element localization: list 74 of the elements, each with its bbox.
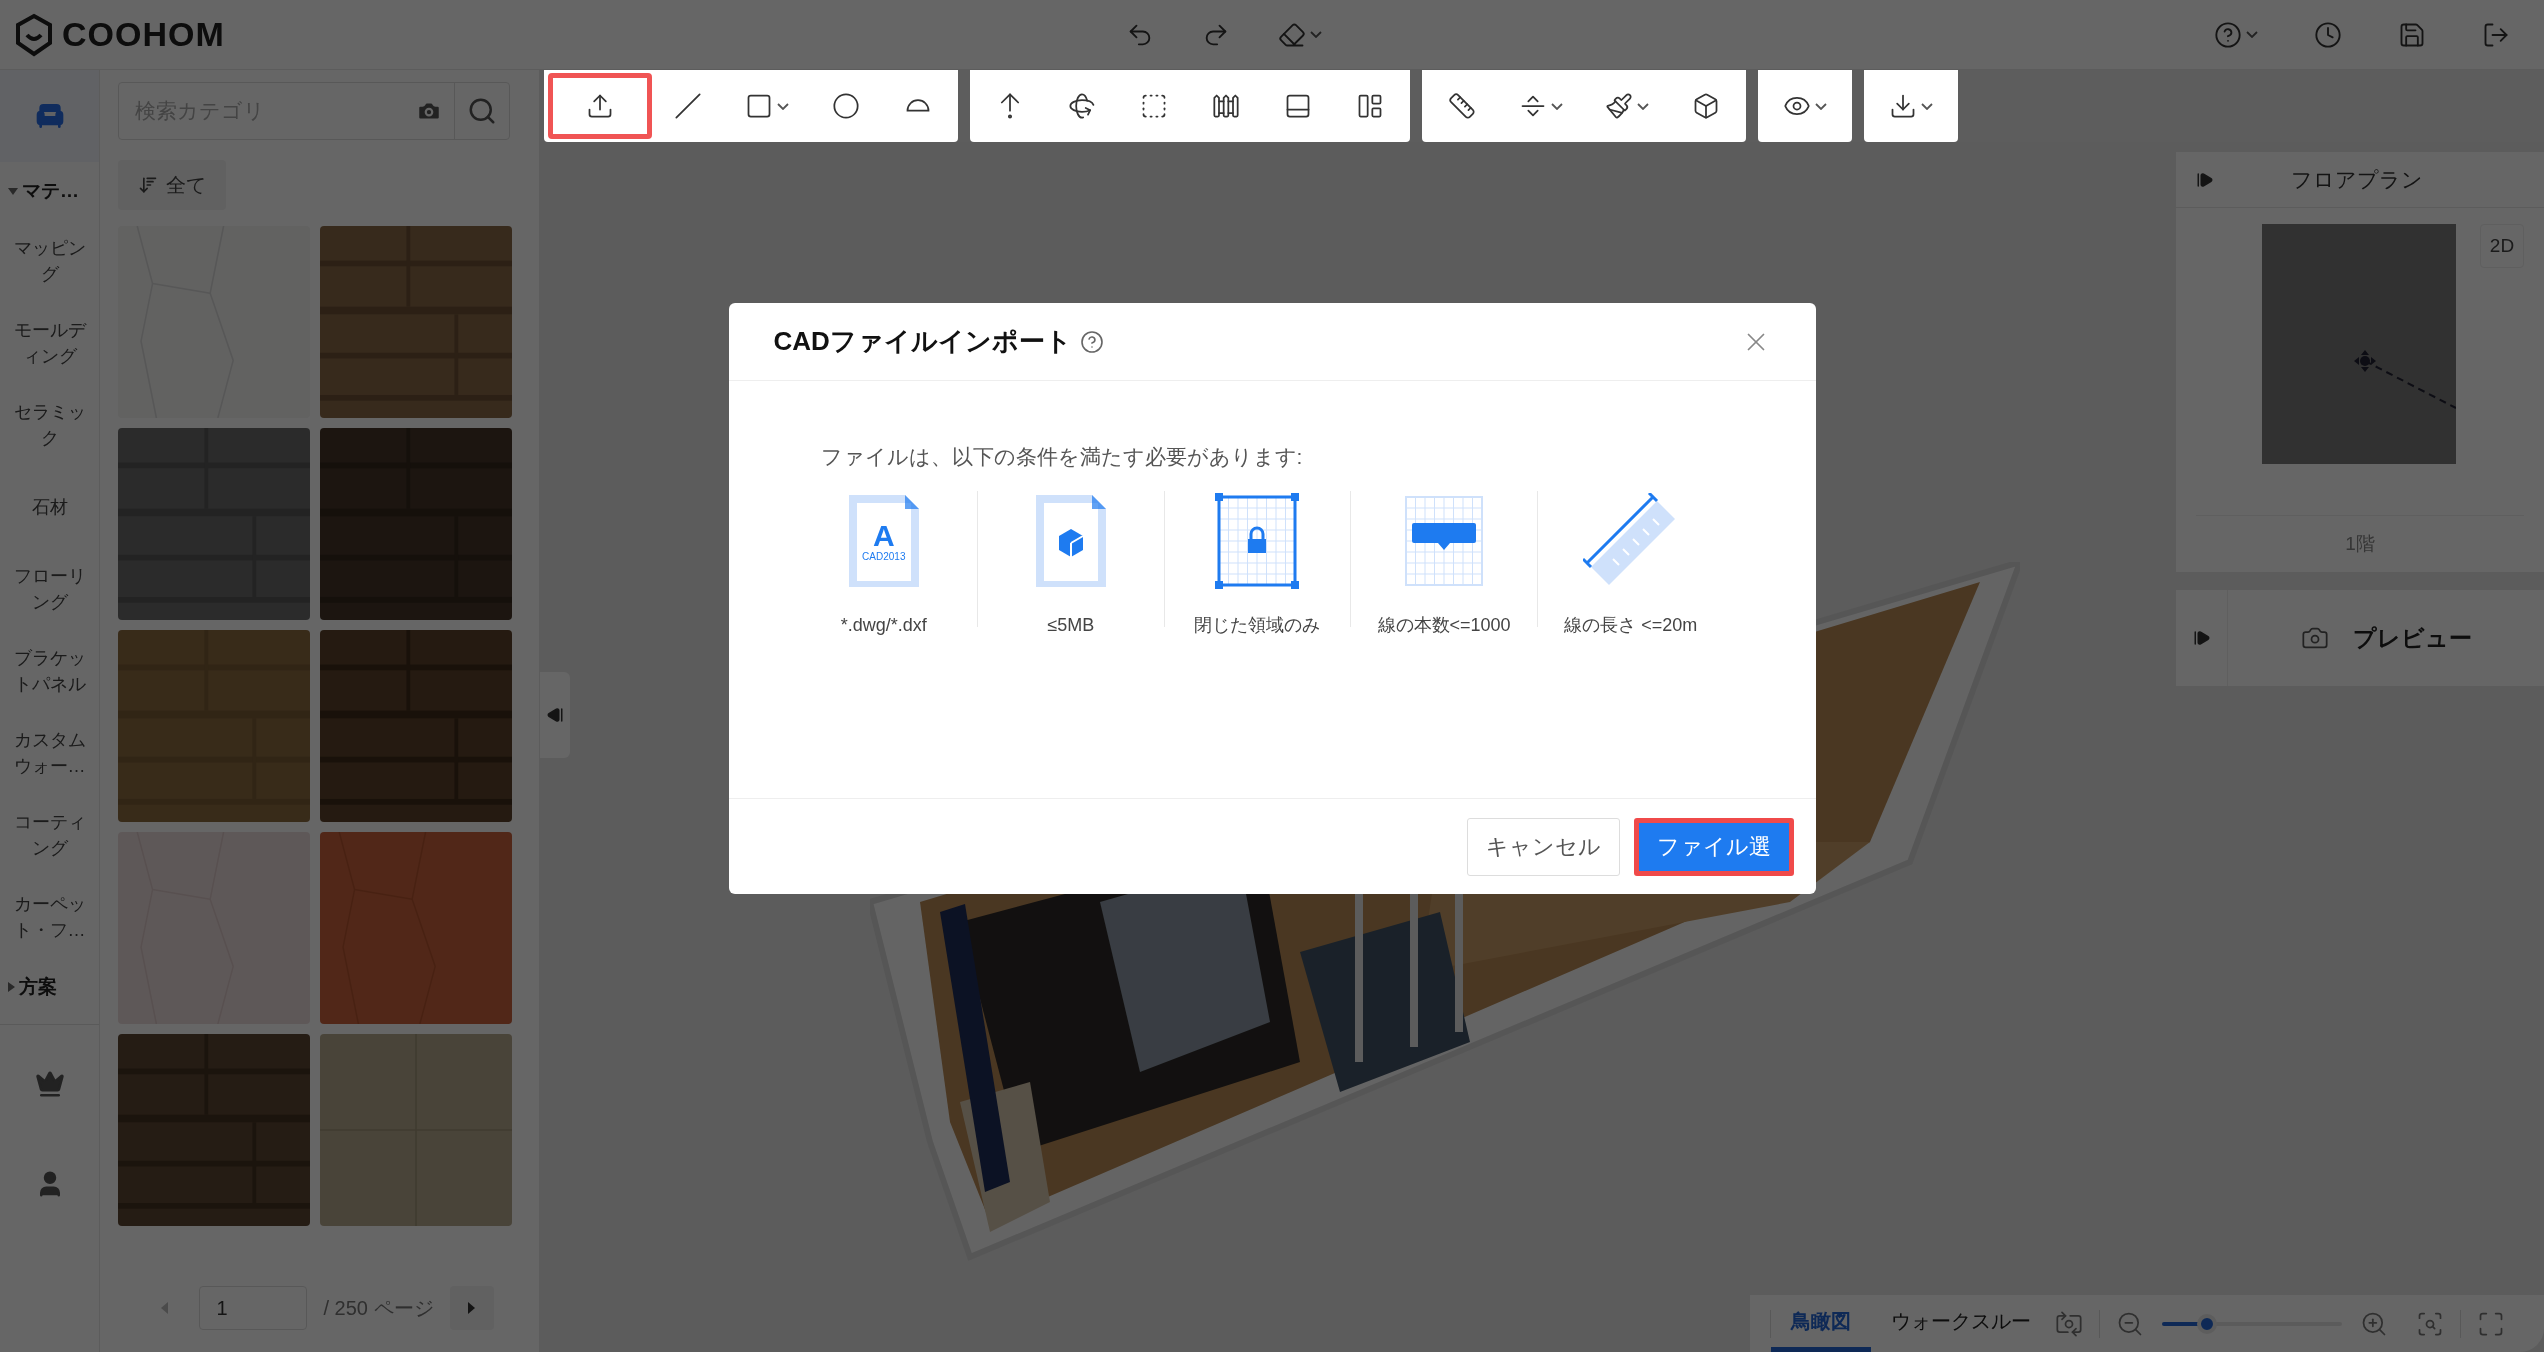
help-icon[interactable] <box>1079 329 1104 354</box>
caret-icon <box>1551 102 1563 110</box>
category-item[interactable]: フローリング <box>0 548 99 630</box>
category-item[interactable]: セラミック <box>0 384 99 466</box>
rail-button[interactable] <box>34 1069 65 1099</box>
caret-icon <box>2246 31 2258 38</box>
view-tab[interactable]: ウォークスルー <box>1871 1295 2051 1352</box>
cancel-button[interactable]: キャンセル <box>1466 817 1620 876</box>
ruler-icon <box>1448 92 1476 120</box>
condition-label: 線の長さ <=20m <box>1564 613 1698 637</box>
view-mode-button[interactable]: 2D <box>2480 224 2524 268</box>
fence-icon <box>1212 92 1240 120</box>
condition-label: *.dwg/*.dxf <box>840 613 927 637</box>
cube-icon <box>1692 92 1720 120</box>
category-item[interactable]: カスタムウォー… <box>0 712 99 794</box>
panel-title: フロアプラン <box>2290 166 2424 193</box>
category-item[interactable]: モールディング <box>0 302 99 384</box>
view-tab[interactable]: 鳥瞰図 <box>1771 1295 1871 1352</box>
caret-icon <box>777 102 789 110</box>
rail-tab[interactable] <box>0 70 99 162</box>
section-header[interactable]: 方案 <box>0 958 99 1016</box>
dialog-title: CADファイルインポート <box>773 325 1072 358</box>
expanded-triangle-icon <box>8 187 18 195</box>
panel-icon <box>1284 92 1312 120</box>
dashed-square-icon <box>1140 92 1168 120</box>
shield-logo-icon <box>14 12 54 57</box>
category-item[interactable]: カーペット・フ… <box>0 876 99 958</box>
condition-label: 閉じた領域のみ <box>1194 613 1321 637</box>
crown-icon <box>34 1069 65 1099</box>
category-item[interactable]: コーティング <box>0 794 99 876</box>
help-icon <box>2214 20 2242 49</box>
caret-icon <box>1921 102 1933 110</box>
paintbrush-icon <box>1605 92 1633 120</box>
rotate-icon <box>1068 92 1096 120</box>
sort-icon <box>138 175 158 195</box>
search-icon[interactable] <box>467 96 497 126</box>
chevron-left-icon <box>160 1302 168 1314</box>
category-item[interactable]: ブラケットパネル <box>0 630 99 712</box>
collapse-right-icon[interactable] <box>2196 170 2214 189</box>
layout-icon <box>1356 92 1384 120</box>
clock-icon <box>2314 20 2342 49</box>
file-icon <box>848 494 919 587</box>
upload-icon <box>586 92 614 120</box>
category-item[interactable]: マッピング <box>0 220 99 302</box>
logo-text: COOHOM <box>62 14 225 55</box>
circle-icon <box>832 92 860 120</box>
zoom-slider-thumb[interactable] <box>2197 1313 2217 1334</box>
locked-area-icon <box>1215 492 1300 589</box>
square-icon <box>745 92 773 120</box>
chevron-right-icon <box>468 1302 475 1314</box>
filter-button[interactable]: 全て <box>118 160 226 210</box>
condition-label: ≤5MB <box>1047 613 1095 637</box>
camera-settings-icon[interactable] <box>2055 1309 2083 1338</box>
category-item[interactable]: 石材 <box>0 466 99 548</box>
file-type-letter: A <box>872 521 895 552</box>
line-icon <box>674 92 702 120</box>
caret-icon <box>1815 102 1827 110</box>
download-icon <box>1889 92 1917 120</box>
zoom-slider[interactable] <box>2162 1312 2342 1335</box>
caret-icon <box>1637 102 1649 110</box>
preview-button[interactable]: プレビュー <box>2228 620 2544 656</box>
collapse-handle[interactable] <box>540 672 570 758</box>
condition-label: 線の本数<=1000 <box>1377 613 1511 637</box>
collapse-right-icon[interactable] <box>2192 629 2211 647</box>
collapsed-triangle-icon <box>8 982 15 992</box>
collapse-left-icon <box>546 706 564 724</box>
requirements-text: ファイルは、以下の条件を満たす必要があります: <box>820 444 1304 470</box>
caret-icon <box>1310 31 1322 38</box>
page-field[interactable]: 1 <box>199 1286 308 1330</box>
file-cube-icon <box>1035 494 1106 587</box>
file-version-label: CAD2013 <box>862 551 906 564</box>
select-file-button[interactable]: ファイル選 <box>1633 817 1794 876</box>
section-header[interactable]: マテ… <box>0 162 99 220</box>
next-page-button[interactable] <box>449 1286 494 1330</box>
